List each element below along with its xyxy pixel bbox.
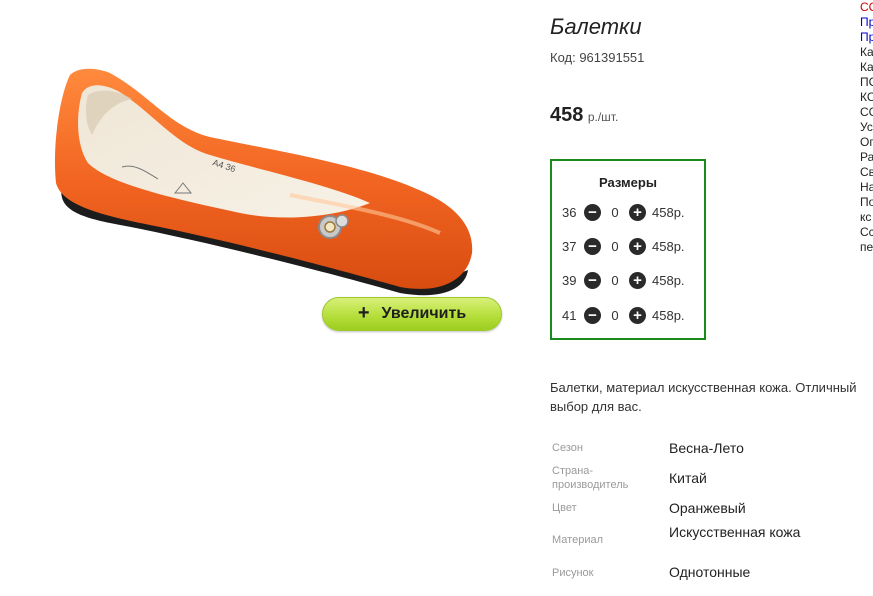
plus-icon[interactable]: + [629,271,646,289]
size-label: 39 [562,272,577,288]
product-title: Балетки [550,14,642,39]
side-link[interactable]: На [860,180,873,195]
spec-value: Весна-Лето [669,440,744,456]
spec-value: Китай [669,470,707,486]
side-link[interactable]: Ус [860,120,873,135]
size-label: 36 [562,204,577,220]
spec-label: Материал [552,534,603,546]
size-row: 37 − 0 + 458р. [562,236,685,256]
price-value: 458 [550,104,584,126]
zoom-button-label: Увеличить [381,305,467,322]
size-price: 458р. [652,238,685,254]
sizes-panel: Размеры 36 − 0 + 458р. 37 − 0 + 458р. 39… [550,159,706,340]
side-link[interactable]: По [860,195,873,210]
zoom-button[interactable]: + Увеличить [322,297,502,331]
plus-icon[interactable]: + [629,237,646,255]
quantity-value: 0 [611,307,619,323]
price-unit: р./шт. [587,110,619,124]
spec-label: Рисунок [552,567,594,579]
side-link[interactable]: ПС [860,75,873,90]
side-link[interactable]: Ра [860,150,873,165]
side-link[interactable]: Пр [860,15,873,30]
plus-icon: + [357,302,370,324]
product-image[interactable]: A4 36 [40,55,490,315]
product-sku: Код: 961391551 [550,50,645,65]
minus-icon[interactable]: − [584,271,601,289]
side-link[interactable]: Сс [860,225,873,240]
size-row: 39 − 0 + 458р. [562,270,685,290]
size-row: 41 − 0 + 458р. [562,305,685,325]
side-link[interactable]: Пр [860,30,873,45]
quantity-value: 0 [611,238,619,254]
minus-icon[interactable]: − [584,203,601,221]
minus-icon[interactable]: − [584,306,601,324]
side-link[interactable]: СС [860,0,873,15]
spec-label: Страна-производитель [552,465,629,491]
quantity-value: 0 [611,272,619,288]
side-links: ССПрПрКаКаПСКСССУсОгРаСвНаПоксСспе [860,0,873,255]
spec-value: Оранжевый [669,500,746,516]
side-link[interactable]: КС [860,90,873,105]
size-label: 41 [562,307,577,323]
size-label: 37 [562,238,577,254]
side-link[interactable]: Ог [860,135,873,150]
side-link[interactable]: Ка [860,45,873,60]
spec-label: Цвет [552,502,577,514]
size-row: 36 − 0 + 458р. [562,202,685,222]
size-price: 458р. [652,307,685,323]
spec-label: Сезон [552,442,583,454]
plus-icon[interactable]: + [629,306,646,324]
size-price: 458р. [652,204,685,220]
product-description: Балетки, материал искусственная кожа. От… [550,380,857,414]
side-link[interactable]: Ка [860,60,873,75]
spec-value: Искусственная кожа [669,524,801,540]
size-price: 458р. [652,272,685,288]
side-link[interactable]: СС [860,105,873,120]
spec-value: Однотонные [669,564,751,580]
sizes-title: Размеры [599,175,657,190]
plus-icon[interactable]: + [629,203,646,221]
side-link[interactable]: Св [860,165,873,180]
side-link[interactable]: кс [860,210,873,225]
product-price: 458 р./шт. [550,104,618,127]
quantity-value: 0 [611,204,619,220]
side-link[interactable]: пе [860,240,873,255]
minus-icon[interactable]: − [584,237,601,255]
